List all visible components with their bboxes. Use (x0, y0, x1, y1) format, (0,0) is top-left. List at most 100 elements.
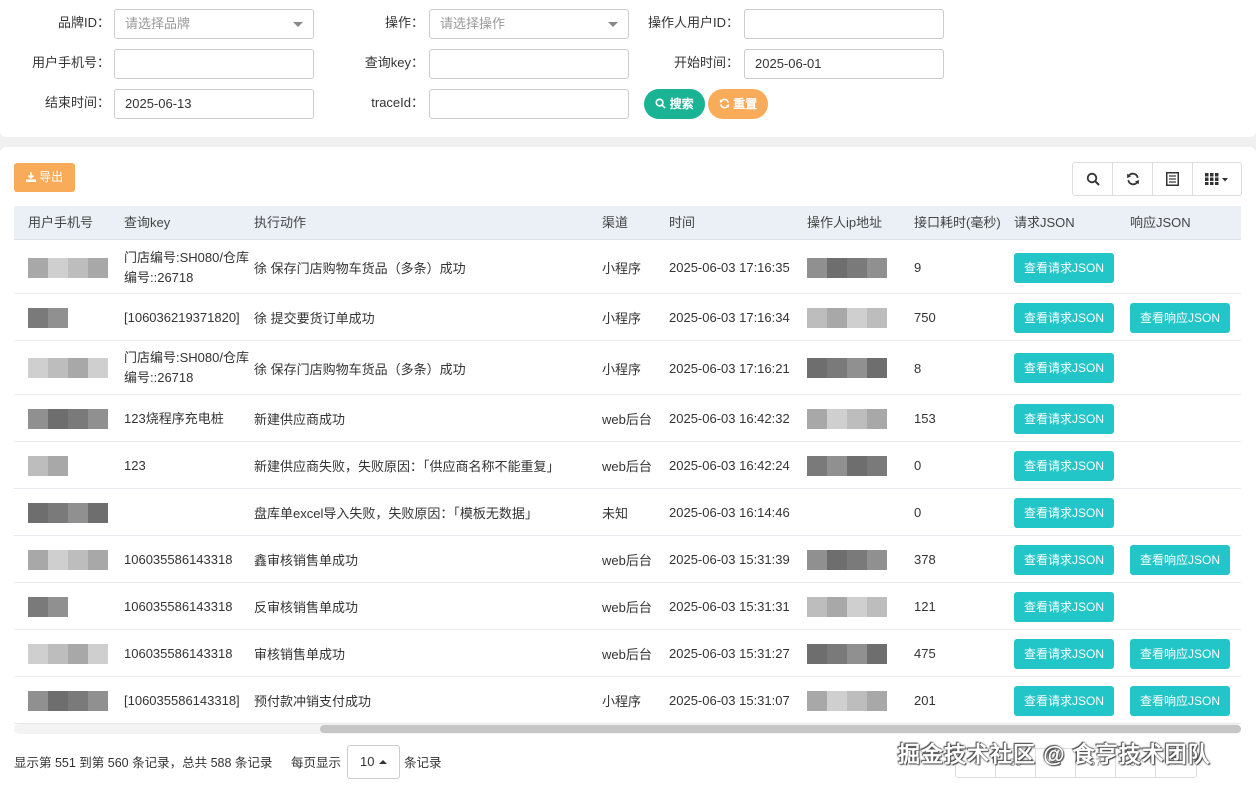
col-phone[interactable]: 用户手机号 (28, 206, 93, 240)
channel-cell: web后台 (602, 600, 652, 615)
response-json-cell: 查看响应JSON (1130, 294, 1240, 341)
operator-id-input[interactable] (744, 9, 944, 39)
refresh-icon (719, 98, 729, 109)
view-request-json-button[interactable]: 查看请求JSON (1014, 450, 1115, 481)
horizontal-scrollbar[interactable] (14, 724, 1241, 734)
table-body: 门店编号:SH080/仓库编号::26718 徐 保存门店购物车货品（多条）成功小… (14, 241, 1241, 724)
ip-cell (807, 341, 907, 395)
export-button[interactable]: 导出 (14, 163, 75, 192)
view-request-json-button[interactable]: 查看请求JSON (1014, 497, 1115, 528)
operator-label: 操作人用户ID： (647, 15, 739, 30)
col-querykey[interactable]: 查询key (124, 206, 170, 240)
redacted-mosaic (807, 455, 887, 476)
table-row: 106035586143318 审核销售单成功 web后台 2025-06-03 1… (14, 630, 1241, 677)
time-cell: 2025-06-03 15:31:07 (669, 693, 790, 708)
response-json-cell: 查看响应JSON (1130, 536, 1240, 583)
phone-cell (28, 341, 118, 395)
brand-label: 品牌ID： (57, 15, 110, 30)
channel-cell: web后台 (602, 647, 652, 662)
reset-button[interactable]: 重置 (708, 89, 768, 119)
toolbar-columns-button[interactable] (1193, 163, 1241, 195)
op-placeholder: 请选择操作 (440, 16, 506, 31)
page-size-select[interactable]: 10 (347, 745, 400, 779)
caret-up-icon (379, 760, 387, 764)
action-cell: 反审核销售单成功 (254, 600, 359, 615)
view-request-json-button[interactable]: 查看请求JSON (1014, 302, 1115, 333)
response-json-cell (1130, 241, 1240, 294)
phone-input[interactable] (114, 49, 314, 79)
view-request-json-button[interactable]: 查看请求JSON (1014, 252, 1115, 283)
action-cell: 徐 提交要货订单成功 (254, 311, 375, 326)
view-request-json-button[interactable]: 查看请求JSON (1014, 685, 1115, 716)
phone-cell (28, 442, 118, 489)
pager-info: 显示第 551 到第 560 条记录，总共 588 条记录 (14, 756, 273, 770)
redacted-mosaic (28, 257, 108, 278)
traceid-label: traceId： (371, 95, 424, 110)
table-row: 门店编号:SH080/仓库编号::26718 徐 保存门店购物车货品（多条）成功 小… (14, 341, 1241, 395)
phone-cell (28, 536, 118, 583)
ip-cell (807, 442, 907, 489)
response-json-cell (1130, 489, 1240, 536)
toolbar-search-button[interactable] (1073, 163, 1113, 195)
view-request-json-button[interactable]: 查看请求JSON (1014, 353, 1115, 383)
col-cost[interactable]: 接口耗时(毫秒) (914, 206, 1001, 240)
brand-select[interactable]: 请选择品牌 (114, 9, 314, 39)
time-cell: 2025-06-03 15:31:31 (669, 599, 790, 614)
phone-cell (28, 294, 118, 341)
response-json-cell (1130, 341, 1240, 395)
start-time-input[interactable]: 2025-06-01 (744, 49, 944, 79)
ip-cell (807, 294, 907, 341)
view-response-json-button[interactable]: 查看响应JSON (1130, 685, 1231, 716)
request-json-cell: 查看请求JSON (1014, 442, 1124, 489)
search-button[interactable]: 搜索 (644, 89, 705, 119)
view-response-json-button[interactable]: 查看响应JSON (1130, 544, 1231, 575)
table-row: [106035586143318] 预付款冲销支付成功 小程序 2025-06-03… (14, 677, 1241, 724)
view-request-json-button[interactable]: 查看请求JSON (1014, 544, 1115, 575)
brand-placeholder: 请选择品牌 (125, 16, 191, 31)
redacted-mosaic (28, 596, 68, 617)
request-json-cell: 查看请求JSON (1014, 630, 1124, 677)
querykey-cell: 门店编号:SH080/仓库编号::26718 (124, 350, 249, 385)
action-cell: 审核销售单成功 (254, 647, 346, 662)
traceid-input[interactable] (429, 89, 629, 119)
toggle-view-icon (1166, 172, 1179, 186)
chevron-down-icon (608, 22, 618, 27)
table-row: 门店编号:SH080/仓库编号::26718 徐 保存门店购物车货品（多条）成功 小… (14, 241, 1241, 294)
columns-icon (1205, 173, 1228, 185)
action-cell: 徐 保存门店购物车货品（多条）成功 (254, 361, 466, 377)
view-request-json-button[interactable]: 查看请求JSON (1014, 591, 1115, 622)
request-json-cell: 查看请求JSON (1014, 241, 1124, 294)
phone-cell (28, 677, 118, 724)
col-request-json[interactable]: 请求JSON (1014, 206, 1075, 240)
toolbar-toggle-view-button[interactable] (1153, 163, 1193, 195)
col-channel[interactable]: 渠道 (602, 206, 628, 240)
toolbar-refresh-button[interactable] (1113, 163, 1153, 195)
view-response-json-button[interactable]: 查看响应JSON (1130, 302, 1231, 333)
request-json-cell: 查看请求JSON (1014, 536, 1124, 583)
channel-cell: web后台 (602, 553, 652, 568)
redacted-mosaic (28, 502, 108, 523)
request-json-cell: 查看请求JSON (1014, 341, 1124, 395)
querykey-input[interactable] (429, 49, 629, 79)
ip-cell (807, 489, 907, 536)
download-icon (25, 172, 36, 182)
col-action[interactable]: 执行动作 (254, 206, 306, 240)
col-ip[interactable]: 操作人ip地址 (807, 206, 882, 240)
ip-cell (807, 583, 907, 630)
per-page-prefix: 每页显示 (291, 756, 342, 770)
view-request-json-button[interactable]: 查看请求JSON (1014, 638, 1115, 669)
op-select[interactable]: 请选择操作 (429, 9, 629, 39)
col-response-json[interactable]: 响应JSON (1130, 206, 1191, 240)
time-cell: 2025-06-03 17:16:35 (669, 260, 790, 275)
time-cell: 2025-06-03 16:14:46 (669, 505, 790, 520)
view-response-json-button[interactable]: 查看响应JSON (1130, 638, 1231, 669)
end-time-input[interactable]: 2025-06-13 (114, 89, 314, 119)
ip-cell (807, 630, 907, 677)
scrollbar-thumb[interactable] (320, 725, 1241, 733)
col-time[interactable]: 时间 (669, 206, 695, 240)
querykey-cell: 106035586143318 (124, 551, 233, 567)
redacted-mosaic (28, 408, 108, 429)
view-request-json-button[interactable]: 查看请求JSON (1014, 403, 1115, 434)
request-json-cell: 查看请求JSON (1014, 677, 1124, 724)
per-page-suffix: 条记录 (404, 756, 442, 770)
